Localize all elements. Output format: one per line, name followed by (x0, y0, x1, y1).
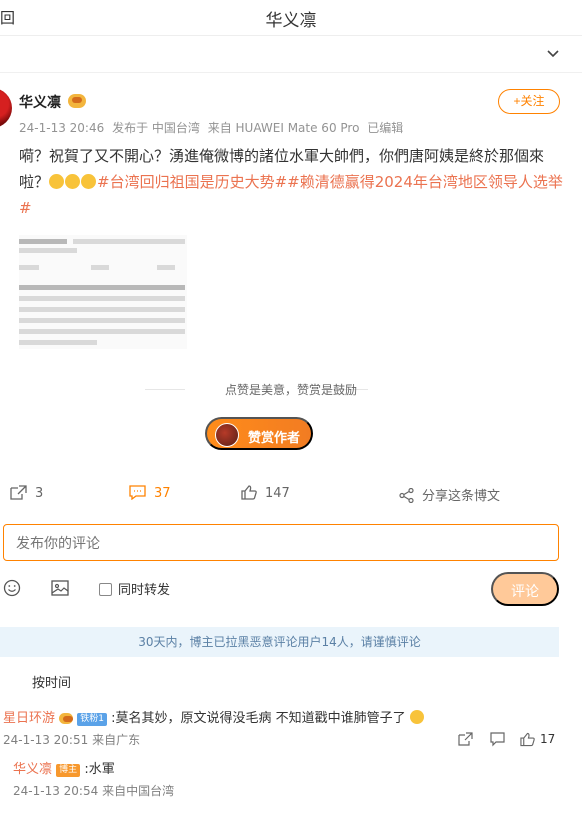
comment-text: :莫名其妙，原文说得没毛病 不知道戳中谁肺管子了 (111, 711, 406, 726)
comment-location: 来自广东 (92, 733, 141, 747)
comment-meta: 24-1-13 20:51 来自广东 (3, 731, 140, 748)
post-actions: 3 37 147 分享这条博文 (0, 478, 582, 508)
forward-checkbox[interactable]: 同时转发 (99, 579, 170, 598)
sweat-emoji-icon (409, 710, 424, 724)
page-title: 华义凛 (265, 11, 317, 31)
comment-icon (129, 485, 146, 500)
comment-button[interactable]: 37 (129, 485, 171, 501)
fan-badge: 铁粉1 (77, 713, 108, 726)
repost-button[interactable]: 3 (10, 485, 43, 501)
image-icon[interactable] (51, 579, 69, 597)
comment-timestamp: 24-1-13 20:51 (3, 733, 89, 747)
laugh-emoji-icon (49, 174, 65, 189)
share-label: 分享这条博文 (422, 489, 501, 504)
share-icon (399, 488, 414, 503)
thumbs-up-icon[interactable] (520, 732, 535, 747)
comment-input[interactable] (3, 524, 559, 561)
thumbs-up-icon (241, 485, 257, 500)
chevron-down-icon[interactable] (546, 47, 560, 61)
hashtag-link[interactable]: #台湾回归祖国是历史大势##赖清德赢得2024年台湾地区领导人选举# (19, 173, 563, 217)
moderation-notice: 30天内，博主已拉黑恶意评论用户14人，请谨慎评论 (0, 627, 559, 657)
blogger-badge: 博主 (56, 764, 81, 777)
reward-button-label: 赞赏作者 (248, 430, 301, 445)
member-crown-icon (59, 713, 74, 724)
post-image-thumbnail[interactable] (19, 235, 187, 349)
comment-author[interactable]: 星日环游 (3, 711, 55, 726)
like-button[interactable]: 147 (241, 485, 290, 501)
reply-author[interactable]: 华义凛 (13, 762, 52, 777)
sort-by-time[interactable]: 按时间 (32, 672, 71, 691)
avatar[interactable] (0, 88, 12, 128)
reply-location: 来自中国台湾 (102, 784, 175, 798)
share-button[interactable]: 分享这条博文 (399, 485, 500, 504)
checkbox-icon[interactable] (99, 583, 112, 596)
comment-actions: 17 (458, 731, 558, 749)
post-timestamp: 24-1-13 20:46 (19, 121, 105, 135)
repost-count: 3 (35, 486, 44, 501)
laugh-emoji-icon (81, 174, 97, 189)
reply-meta: 24-1-13 20:54 来自中国台湾 (13, 782, 174, 799)
member-crown-icon (68, 94, 86, 108)
post-author[interactable]: 华义凛 (19, 92, 61, 112)
repost-icon (10, 485, 27, 500)
collapse-row (0, 37, 582, 73)
reply-line: 华义凛 博主 :水軍 (13, 758, 115, 777)
post-body: 嗬？祝賀了又不開心？湧進俺微博的諸位水軍大帥們，你們唐阿姨是終於那個來啦？ #台湾… (19, 143, 564, 221)
repost-icon[interactable] (458, 732, 473, 747)
like-count: 147 (265, 486, 290, 501)
follow-button[interactable]: +关注 (498, 89, 560, 114)
post-meta: 24-1-13 20:46 发布于 中国台湾 来自 HUAWEI Mate 60… (19, 119, 407, 136)
submit-comment-button[interactable]: 评论 (491, 572, 559, 606)
comment-icon[interactable] (490, 732, 505, 747)
top-bar: 回 华义凛 (0, 0, 582, 36)
edited-label[interactable]: 已编辑 (367, 121, 403, 135)
reply-item: 华义凛 博主 :水軍 24-1-13 20:54 来自中国台湾 (0, 756, 582, 816)
post-device: 来自 HUAWEI Mate 60 Pro (207, 121, 360, 135)
comment-item: 星日环游 铁粉1 :莫名其妙，原文说得没毛病 不知道戳中谁肺管子了 (3, 707, 425, 726)
reply-timestamp: 24-1-13 20:54 (13, 784, 99, 798)
reply-text: :水軍 (84, 762, 115, 777)
comment-like-count: 17 (540, 732, 556, 746)
emoji-icon[interactable] (3, 579, 21, 597)
laugh-emoji-icon (65, 174, 81, 189)
reward-author-button[interactable]: 赞赏作者 (205, 417, 313, 450)
post-location: 发布于 中国台湾 (112, 121, 200, 135)
forward-label: 同时转发 (118, 583, 171, 598)
reward-caption: 点赞是美意，赞赏是鼓励 (224, 383, 357, 397)
avatar (215, 423, 239, 447)
comment-count: 37 (154, 486, 171, 501)
